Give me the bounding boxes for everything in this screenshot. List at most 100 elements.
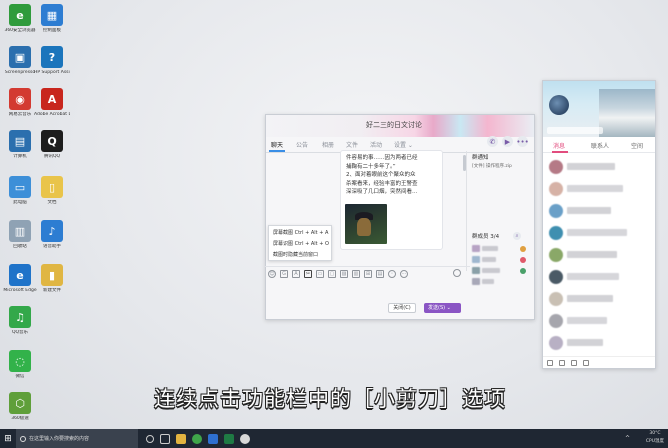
desktop-icon[interactable]: ▤ 计算机 [2, 130, 38, 160]
message-input[interactable] [265, 281, 470, 301]
desktop-icon[interactable]: Q 腾讯QQ [34, 130, 70, 160]
apps-icon[interactable] [583, 359, 589, 366]
member-avatar[interactable] [472, 245, 480, 252]
conversation-preview [567, 229, 627, 236]
desktop-icon[interactable]: ⬡ 360极速 [2, 392, 38, 422]
file-icon[interactable] [571, 359, 577, 366]
emoji-icon[interactable]: ☺ [268, 269, 276, 278]
desktop-icon[interactable]: ♫ QQ音乐 [2, 306, 38, 336]
qq-header-background [599, 89, 655, 137]
excel-icon[interactable] [224, 433, 234, 444]
desktop-icon[interactable]: e 360安全浏览器 [2, 4, 38, 34]
desktop-icon[interactable]: ▯ 文档 [34, 176, 70, 206]
conversation-row[interactable] [543, 179, 655, 201]
conversation-row[interactable] [543, 201, 655, 223]
conversation-row[interactable] [543, 157, 655, 179]
conversation-row[interactable] [543, 333, 655, 355]
send-button[interactable]: 发送(S) ⌄ [424, 303, 461, 313]
tab-files[interactable]: 文件 [346, 140, 358, 149]
close-button[interactable]: 关闭(C) [388, 303, 416, 313]
start-button[interactable]: ⊞ [0, 429, 16, 448]
font-icon[interactable]: A [292, 269, 300, 278]
app-icon: e [9, 264, 31, 286]
gif-icon[interactable]: G [280, 269, 288, 278]
more-icon[interactable]: ••• [516, 136, 529, 147]
member-name [482, 279, 494, 284]
mic-icon[interactable]: ◦ [388, 269, 396, 278]
qq-taskbar-icon[interactable] [240, 433, 250, 444]
conversation-preview [567, 295, 613, 302]
phone-icon[interactable]: ✆ [487, 136, 498, 147]
screenshot-menu: 屏幕截图 Ctrl + Alt + A 屏幕识图 Ctrl + Alt + O … [268, 225, 332, 261]
desktop-icon[interactable]: ? HP Support Assistant [34, 46, 70, 76]
desktop-icon-label: 360极速 [11, 416, 29, 421]
task-view-icon[interactable] [160, 433, 170, 444]
menu-item-hide-window[interactable]: 截图时隐藏当前窗口 [273, 250, 327, 261]
tray-expand-icon[interactable]: ^ [625, 435, 630, 442]
file-explorer-icon[interactable] [176, 433, 186, 444]
conversation-row[interactable] [543, 289, 655, 311]
red-packet-icon[interactable]: ▥ [352, 269, 360, 278]
desktop-icon[interactable]: ▭ 此电脑 [2, 176, 38, 206]
screen-share-icon[interactable]: ▢ [328, 269, 336, 278]
desktop-icon[interactable]: ▮ 新建文件 [34, 264, 70, 294]
member-search-icon[interactable]: ⌕ [513, 232, 521, 240]
desktop-icon[interactable]: e Microsoft Edge [2, 264, 38, 294]
desktop-icon-label: QQ音乐 [11, 330, 29, 335]
tab-activity[interactable]: 活动 [370, 140, 382, 149]
menu-item-screen-capture[interactable]: 屏幕截图 Ctrl + Alt + A [273, 228, 328, 239]
tab-contacts[interactable]: 联系人 [591, 141, 609, 150]
taskbar-apps [146, 433, 250, 444]
more-tools-icon[interactable]: ⋯ [400, 269, 408, 278]
desktop-icon[interactable]: ◉ 网易云音乐 [2, 88, 38, 118]
member-avatar[interactable] [472, 267, 480, 274]
tab-settings[interactable]: 设置 ⌄ [394, 140, 413, 149]
cortana-icon[interactable] [146, 434, 154, 443]
gift-icon[interactable]: ⊞ [364, 269, 372, 278]
menu-icon[interactable] [547, 359, 553, 366]
image-icon[interactable]: ▨ [340, 269, 348, 278]
history-icon[interactable] [453, 269, 461, 277]
qq-user-avatar[interactable] [549, 95, 569, 115]
desktop-icon[interactable]: ▥ 回收站 [2, 220, 38, 250]
desktop-icon[interactable]: ▦ 控制面板 [34, 4, 70, 34]
tab-album[interactable]: 相册 [322, 140, 334, 149]
conversation-row[interactable] [543, 245, 655, 267]
message-line: 件容易的事……因为两者已经 [346, 155, 418, 161]
app-icon: ▤ [9, 130, 31, 152]
app-icon: ▯ [41, 176, 63, 198]
tab-announcement[interactable]: 公告 [296, 140, 308, 149]
desktop-icon[interactable]: ♪ 语音助手 [34, 220, 70, 250]
scissors-icon[interactable]: ✂ [304, 269, 312, 278]
browser-icon[interactable] [192, 433, 202, 444]
message-image[interactable] [345, 204, 387, 244]
desktop-icon-label: HP Support Assistant [34, 70, 70, 75]
tab-chat[interactable]: 聊天 [271, 140, 283, 149]
desktop-icon[interactable]: ◌ 微信 [2, 350, 38, 380]
app-icon[interactable] [208, 433, 218, 444]
vote-icon[interactable]: ▤ [376, 269, 384, 278]
conversation-row[interactable] [543, 223, 655, 245]
folder-icon[interactable]: ▭ [316, 269, 324, 278]
taskbar-search[interactable]: 在这里输入你要搜索的内容 [16, 429, 138, 448]
conversation-row[interactable] [543, 311, 655, 333]
tab-messages[interactable]: 消息 [553, 141, 565, 150]
desktop-icon[interactable]: A Adobe Acrobat DC [34, 88, 70, 118]
member-avatar[interactable] [472, 256, 480, 263]
tab-space[interactable]: 空间 [631, 141, 643, 150]
contacts-icon[interactable] [559, 359, 565, 366]
conversation-preview [567, 207, 611, 214]
conversation-row[interactable] [543, 267, 655, 289]
conversation-avatar [549, 336, 563, 350]
menu-item-screen-recognize[interactable]: 屏幕识图 Ctrl + Alt + O [273, 239, 329, 250]
app-icon: ♫ [9, 306, 31, 328]
video-call-icon[interactable]: ▶ [502, 136, 513, 147]
member-badge-icon [520, 257, 526, 263]
member-avatar[interactable] [472, 278, 480, 285]
app-icon: ? [41, 46, 63, 68]
group-notice-text[interactable]: [文件] 操作程序.zip [472, 163, 512, 169]
desktop-icon[interactable]: ▣ Screenpresso [2, 46, 38, 76]
desktop-icon-label: 回收站 [13, 244, 27, 249]
system-tray[interactable]: 30°C CPU温度 [646, 430, 664, 446]
qq-search-input[interactable] [547, 127, 603, 134]
